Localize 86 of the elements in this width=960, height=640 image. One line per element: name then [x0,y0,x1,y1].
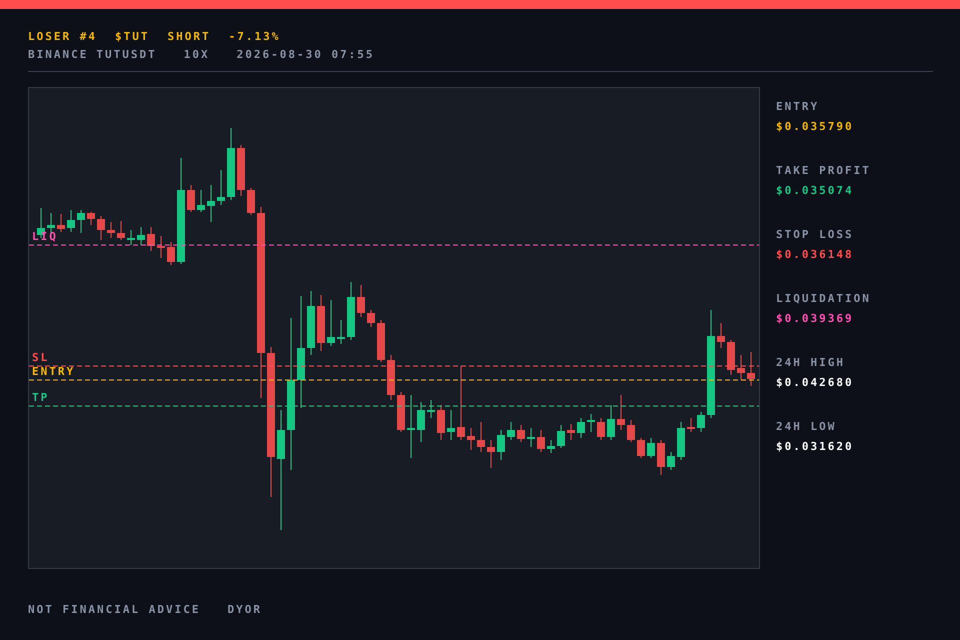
rising-candlestick [667,452,675,470]
rank-label: LOSER #4 [28,30,97,44]
falling-candlestick [387,354,395,400]
falling-candlestick [107,222,115,238]
rising-candlestick [307,290,315,356]
stat-label: TAKE PROFIT [776,164,871,178]
position-side: SHORT [167,30,211,44]
rising-candlestick [497,430,505,460]
stat-value: $0.031620 [776,440,855,454]
rising-candlestick [407,394,415,458]
rising-candlestick [587,414,595,432]
leverage: 10X [184,48,210,62]
falling-candlestick [167,242,175,266]
stat-value: $0.035074 [776,184,855,198]
rising-candlestick [417,402,425,442]
falling-candlestick [747,352,755,386]
falling-candlestick [317,294,325,352]
footer-note: DYOR [227,603,262,617]
falling-candlestick [517,424,525,442]
disclaimer: NOT FINANCIAL ADVICE [28,603,200,617]
falling-candlestick [617,394,625,430]
trading-pair: TUTUSDT [96,48,157,62]
falling-candlestick [437,404,445,440]
falling-candlestick [357,284,365,318]
rising-candlestick [607,404,615,440]
rising-candlestick [197,190,205,212]
falling-candlestick [97,216,105,240]
rising-candlestick [77,210,85,234]
rising-candlestick [547,440,555,454]
falling-candlestick [567,424,575,440]
rising-candlestick [647,438,655,458]
falling-candlestick [487,440,495,468]
rising-candlestick [557,424,565,448]
rising-candlestick [67,210,75,232]
falling-candlestick [187,184,195,212]
level-label: TP [32,392,50,404]
rising-candlestick [527,428,535,448]
timestamp: 2026-08-30 07:55 [236,48,375,62]
rising-candlestick [327,300,335,346]
rising-candlestick [207,184,215,222]
falling-candlestick [397,392,405,432]
falling-candlestick [687,418,695,432]
level-label: ENTRY [32,366,76,378]
falling-candlestick [727,340,735,376]
falling-candlestick [247,188,255,216]
falling-candlestick [537,430,545,452]
rising-candlestick [677,422,685,460]
falling-candlestick [737,354,745,380]
falling-candlestick [377,320,385,362]
rising-candlestick [137,226,145,246]
stat-label: 24H HIGH [776,356,846,370]
falling-candlestick [237,144,245,196]
stat-label: LIQUIDATION [776,292,871,306]
falling-candlestick [367,310,375,328]
falling-candlestick [597,418,605,440]
price-change: -7.13% [228,30,280,44]
ticker: $TUT [114,30,150,44]
stat-label: STOP LOSS [776,228,855,242]
rising-candlestick [127,230,135,246]
rising-candlestick [217,170,225,206]
stat-value: $0.039369 [776,312,855,326]
falling-candlestick [717,322,725,348]
falling-candlestick [117,220,125,240]
falling-candlestick [157,236,165,258]
rising-candlestick [577,418,585,438]
falling-candlestick [637,438,645,458]
falling-candlestick [657,440,665,476]
falling-candlestick [87,212,95,226]
rising-candlestick [427,400,435,418]
rising-candlestick [347,282,355,340]
falling-candlestick [147,226,155,252]
rising-candlestick [337,320,345,344]
level-label: SL [32,352,50,364]
falling-candlestick [477,422,485,452]
stat-label: 24H LOW [776,420,838,434]
rising-candlestick [697,412,705,432]
rising-candlestick [447,410,455,440]
falling-candlestick [467,428,475,450]
stat-value: $0.035790 [776,120,855,134]
stat-label: ENTRY [776,100,820,114]
stat-value: $0.042680 [776,376,855,390]
rising-candlestick [507,422,515,440]
falling-candlestick [627,420,635,442]
exchange-name: BINANCE [28,48,88,62]
stat-value: $0.036148 [776,248,855,262]
falling-candlestick [57,214,65,232]
